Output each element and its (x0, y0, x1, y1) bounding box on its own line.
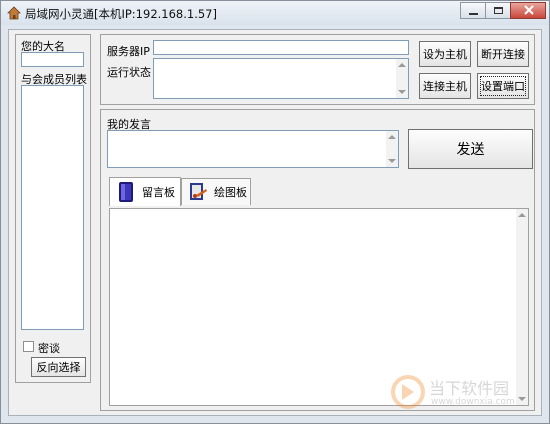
set-port-button[interactable]: 设置端口 (477, 73, 529, 99)
close-button[interactable] (510, 2, 546, 19)
name-field[interactable] (21, 52, 84, 67)
message-panel: 我的发言 发送 留言板 绘图板 (100, 109, 535, 411)
tab-message-board-label: 留言板 (142, 186, 175, 199)
maximize-icon (494, 7, 503, 14)
server-ip-label: 服务器IP (107, 45, 150, 58)
minimize-button[interactable] (460, 2, 486, 19)
close-icon (524, 5, 534, 15)
maximize-button[interactable] (485, 2, 511, 19)
set-host-button[interactable]: 设为主机 (419, 41, 471, 67)
title-bar: 局域网小灵通[本机IP:192.168.1.57] (1, 1, 549, 25)
main-window: 局域网小灵通[本机IP:192.168.1.57] 您的大名 与会成员列表 密谈… (0, 0, 550, 424)
disconnect-button[interactable]: 断开连接 (477, 41, 529, 67)
watermark-brand: 当下软件园 (429, 379, 510, 398)
speech-input[interactable] (107, 130, 399, 168)
status-label: 运行状态 (107, 66, 151, 79)
drawing-board-icon (190, 183, 207, 200)
send-button[interactable]: 发送 (408, 129, 533, 169)
watermark-logo-icon (391, 375, 425, 409)
speech-scrollbar[interactable] (386, 131, 398, 167)
scroll-up-icon[interactable] (398, 63, 406, 67)
client-area: 您的大名 与会成员列表 密谈 反向选择 服务器IP 运行状态 设为主机 断开连接… (8, 29, 542, 416)
scroll-down-icon[interactable] (398, 90, 406, 94)
message-board-icon (119, 182, 133, 202)
status-box[interactable] (153, 58, 409, 99)
members-list[interactable] (21, 85, 84, 330)
private-chat-label: 密谈 (38, 342, 60, 355)
watermark: 当下软件园 www.downxia.com (391, 373, 531, 415)
scroll-down-icon[interactable] (388, 159, 396, 163)
reverse-select-button[interactable]: 反向选择 (31, 357, 86, 377)
tab-drawing-board[interactable]: 绘图板 (181, 178, 251, 205)
status-scrollbar[interactable] (396, 59, 408, 98)
server-panel: 服务器IP 运行状态 设为主机 断开连接 连接主机 设置端口 (100, 34, 535, 105)
scroll-up-icon[interactable] (388, 135, 396, 139)
watermark-url: www.downxia.com (431, 397, 515, 407)
house-icon (7, 6, 21, 20)
left-panel: 您的大名 与会成员列表 密谈 反向选择 (15, 34, 91, 383)
connect-host-button[interactable]: 连接主机 (419, 73, 471, 99)
tab-strip: 留言板 绘图板 (109, 177, 529, 208)
server-ip-field[interactable] (153, 40, 409, 55)
scroll-up-icon[interactable] (518, 213, 526, 217)
tab-drawing-board-label: 绘图板 (214, 186, 247, 199)
minimize-icon (469, 13, 478, 15)
private-chat-checkbox[interactable] (23, 341, 34, 352)
tab-message-board[interactable]: 留言板 (109, 177, 181, 206)
window-title: 局域网小灵通[本机IP:192.168.1.57] (25, 7, 217, 21)
